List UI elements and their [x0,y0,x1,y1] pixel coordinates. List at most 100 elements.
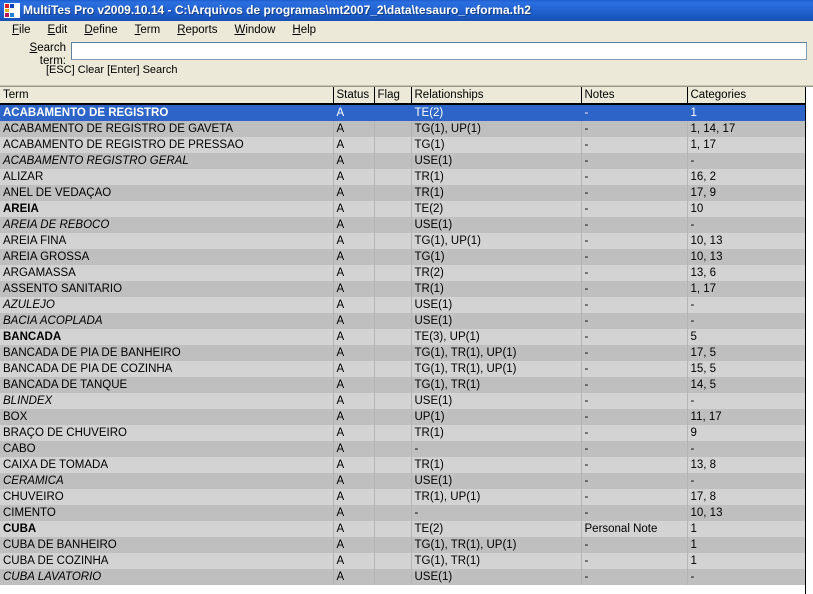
cell-status: A [333,121,375,137]
table-row[interactable]: CERAMICA A USE(1) - - [0,473,806,489]
cell-term: BANCADA DE PIA DE COZINHA [0,361,334,377]
table-row[interactable]: BOX A UP(1) -11, 17 [0,409,806,425]
column-header-status[interactable]: Status [333,87,375,105]
cell-status: A [333,441,375,457]
cell-flag [374,185,412,201]
table-row[interactable]: CUBA LAVATORIO A USE(1) - - [0,569,806,585]
table-row[interactable]: ACABAMENTO DE REGISTRO DE GAVETA A TG(1), … [0,121,806,137]
cell-relationships: TR(1) [411,185,582,201]
table-row[interactable]: ACABAMENTO DE REGISTRO DE PRESSAO A TG(1) -… [0,137,806,153]
multites-app-icon [4,3,20,18]
cell-categories: 10 [687,201,806,217]
cell-status: A [333,313,375,329]
menu-define[interactable]: Define [76,22,126,39]
table-row[interactable]: BRAÇO DE CHUVEIRO A TR(1) -9 [0,425,806,441]
cell-relationships: USE(1) [411,393,582,409]
cell-notes: - [581,185,688,201]
cell-flag [374,217,412,233]
cell-relationships: USE(1) [411,297,582,313]
menu-help[interactable]: Help [284,22,325,39]
column-header-notes[interactable]: Notes [581,87,688,105]
header-row: Term Status Flag Relationships Notes Cat… [0,87,806,105]
table-row[interactable]: CUBA DE COZINHA A TG(1), TR(1) -1 [0,553,806,569]
cell-categories: 10, 13 [687,233,806,249]
table-row[interactable]: ANEL DE VEDAÇAO A TR(1) -17, 9 [0,185,806,201]
cell-term: BANCADA DE TANQUE [0,377,334,393]
cell-categories: 9 [687,425,806,441]
cell-flag [374,329,412,345]
cell-flag [374,169,412,185]
table-row[interactable]: CIMENTO A - -10, 13 [0,505,806,521]
table-row[interactable]: AREIA A TE(2) -10 [0,201,806,217]
term-grid-container[interactable]: Term Status Flag Relationships Notes Cat… [0,86,813,594]
table-row[interactable]: CUBA DE BANHEIRO A TG(1), TR(1), UP(1) -1 [0,537,806,553]
cell-categories: 1 [687,104,806,121]
table-row[interactable]: CAIXA DE TOMADA A TR(1) -13, 8 [0,457,806,473]
cell-notes: - [581,121,688,137]
cell-flag [374,313,412,329]
menu-window[interactable]: Window [226,22,284,39]
cell-status: A [333,185,375,201]
table-row[interactable]: BACIA ACOPLADA A USE(1) - - [0,313,806,329]
table-row[interactable]: BANCADA DE PIA DE BANHEIRO A TG(1), TR(1),… [0,345,806,361]
table-row[interactable]: BANCADA A TE(3), UP(1) -5 [0,329,806,345]
cell-notes: - [581,505,688,521]
cell-term: AREIA GROSSA [0,249,334,265]
column-header-term[interactable]: Term [0,87,334,105]
cell-relationships: TR(1), UP(1) [411,489,582,505]
cell-relationships: TR(1) [411,457,582,473]
table-row[interactable]: AREIA FINA A TG(1), UP(1) -10, 13 [0,233,806,249]
column-header-flag[interactable]: Flag [374,87,412,105]
cell-notes: - [581,457,688,473]
column-header-relationships[interactable]: Relationships [411,87,582,105]
table-row[interactable]: CHUVEIRO A TR(1), UP(1) -17, 8 [0,489,806,505]
cell-relationships: - [411,441,582,457]
cell-flag [374,201,412,217]
table-row[interactable]: BLINDEX A USE(1) - - [0,393,806,409]
cell-flag [374,409,412,425]
table-row[interactable]: CABO A - - - [0,441,806,457]
cell-flag [374,441,412,457]
menu-edit[interactable]: Edit [40,22,77,39]
cell-relationships: USE(1) [411,313,582,329]
cell-flag [374,249,412,265]
table-row[interactable]: ACABAMENTO REGISTRO GERAL A USE(1) - - [0,153,806,169]
cell-term: ACABAMENTO DE REGISTRO [0,104,334,121]
cell-notes: - [581,409,688,425]
menu-term[interactable]: Term [127,22,170,39]
cell-status: A [333,521,375,537]
table-row[interactable]: BANCADA DE PIA DE COZINHA A TG(1), TR(1), … [0,361,806,377]
cell-categories: 17, 8 [687,489,806,505]
cell-notes: Personal Note [581,521,688,537]
cell-term: AREIA DE REBOCO [0,217,334,233]
table-row[interactable]: BANCADA DE TANQUE A TG(1), TR(1) -14, 5 [0,377,806,393]
cell-relationships: TE(3), UP(1) [411,329,582,345]
cell-relationships: USE(1) [411,473,582,489]
term-grid-header: Term Status Flag Relationships Notes Cat… [0,87,806,105]
table-row[interactable]: AREIA GROSSA A TG(1) -10, 13 [0,249,806,265]
table-row[interactable]: ALIZAR A TR(1) -16, 2 [0,169,806,185]
menu-reports[interactable]: Reports [169,22,226,39]
cell-term: BRAÇO DE CHUVEIRO [0,425,334,441]
search-input[interactable] [71,42,807,60]
cell-flag [374,265,412,281]
cell-categories: 1, 17 [687,281,806,297]
table-row[interactable]: ACABAMENTO DE REGISTRO A TE(2) -1 [0,104,806,121]
cell-categories: 1, 17 [687,137,806,153]
menu-file[interactable]: File [4,22,40,39]
cell-status: A [333,473,375,489]
cell-status: A [333,377,375,393]
cell-notes: - [581,153,688,169]
table-row[interactable]: AREIA DE REBOCO A USE(1) - - [0,217,806,233]
table-row[interactable]: AZULEJO A USE(1) - - [0,297,806,313]
column-header-categories[interactable]: Categories [687,87,806,105]
window-title: MultiTes Pro v2009.10.14 - C:\Arquivos d… [23,3,531,17]
table-row[interactable]: ARGAMASSA A TR(2) -13, 6 [0,265,806,281]
cell-term: ACABAMENTO REGISTRO GERAL [0,153,334,169]
cell-notes: - [581,265,688,281]
table-row[interactable]: ASSENTO SANITARIO A TR(1) -1, 17 [0,281,806,297]
table-row[interactable]: CUBA A TE(2) Personal Note 1 [0,521,806,537]
cell-status: A [333,505,375,521]
cell-status: A [333,409,375,425]
cell-status: A [333,137,375,153]
